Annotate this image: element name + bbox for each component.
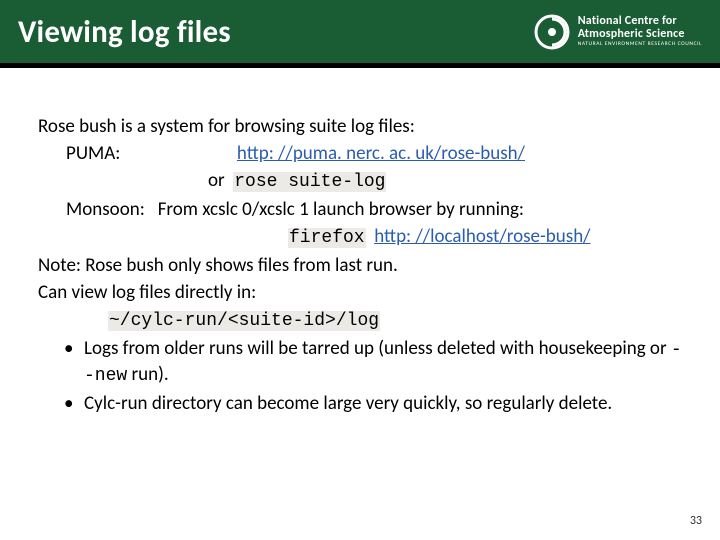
list-item: Cylc-run directory can become large very…: [64, 391, 682, 416]
puma-line: PUMA: http: //puma. nerc. ac. uk/rose-bu…: [38, 141, 682, 166]
monsoon-line: Monsoon: From xcslc 0/xcslc 1 launch bro…: [38, 197, 682, 222]
logo-subline: NATURAL ENVIRONMENT RESEARCH COUNCIL: [578, 41, 702, 47]
bullet2-text: Cylc-run directory can become large very…: [84, 392, 612, 415]
path-line: ~/cylc-run/<suite-id>/log: [38, 307, 682, 334]
list-item: Logs from older runs will be tarred up (…: [64, 336, 682, 390]
note-line: Note: Rose bush only shows files from la…: [38, 253, 682, 278]
bullet1-text-a: Logs from older runs will be tarred up (…: [84, 337, 671, 360]
slide-title: Viewing log files: [18, 13, 231, 51]
rose-suite-log-cmd: rose suite-log: [233, 172, 386, 192]
monsoon-label: Monsoon:: [66, 198, 145, 221]
slide-body: Rose bush is a system for browsing suite…: [0, 68, 720, 416]
firefox-line: firefox http: //localhost/rose-bush/: [38, 224, 682, 251]
slide-header: Viewing log files National Centre for At…: [0, 0, 720, 68]
firefox-cmd: firefox: [288, 228, 366, 248]
puma-url-link[interactable]: http: //puma. nerc. ac. uk/rose-bush/: [237, 142, 525, 165]
logo-line2: Atmospheric Science: [578, 27, 685, 41]
logo-swirl-icon: [534, 14, 570, 50]
intro-line: Rose bush is a system for browsing suite…: [38, 114, 682, 139]
ncas-logo: National Centre for Atmospheric Science …: [534, 14, 702, 50]
logo-text: National Centre for Atmospheric Science …: [578, 15, 702, 48]
bullet1-text-b: run).: [127, 363, 168, 386]
cylc-path: ~/cylc-run/<suite-id>/log: [108, 311, 380, 331]
monsoon-text: From xcslc 0/xcslc 1 launch browser by r…: [158, 198, 524, 221]
page-number: 33: [690, 514, 702, 528]
localhost-url-link[interactable]: http: //localhost/rose-bush/: [374, 225, 590, 248]
puma-label: PUMA:: [66, 142, 120, 165]
or-label: or: [208, 169, 225, 192]
view-direct-line: Can view log files directly in:: [38, 280, 682, 305]
or-line: or rose suite-log: [38, 168, 682, 195]
bullet-list: Logs from older runs will be tarred up (…: [38, 336, 682, 417]
